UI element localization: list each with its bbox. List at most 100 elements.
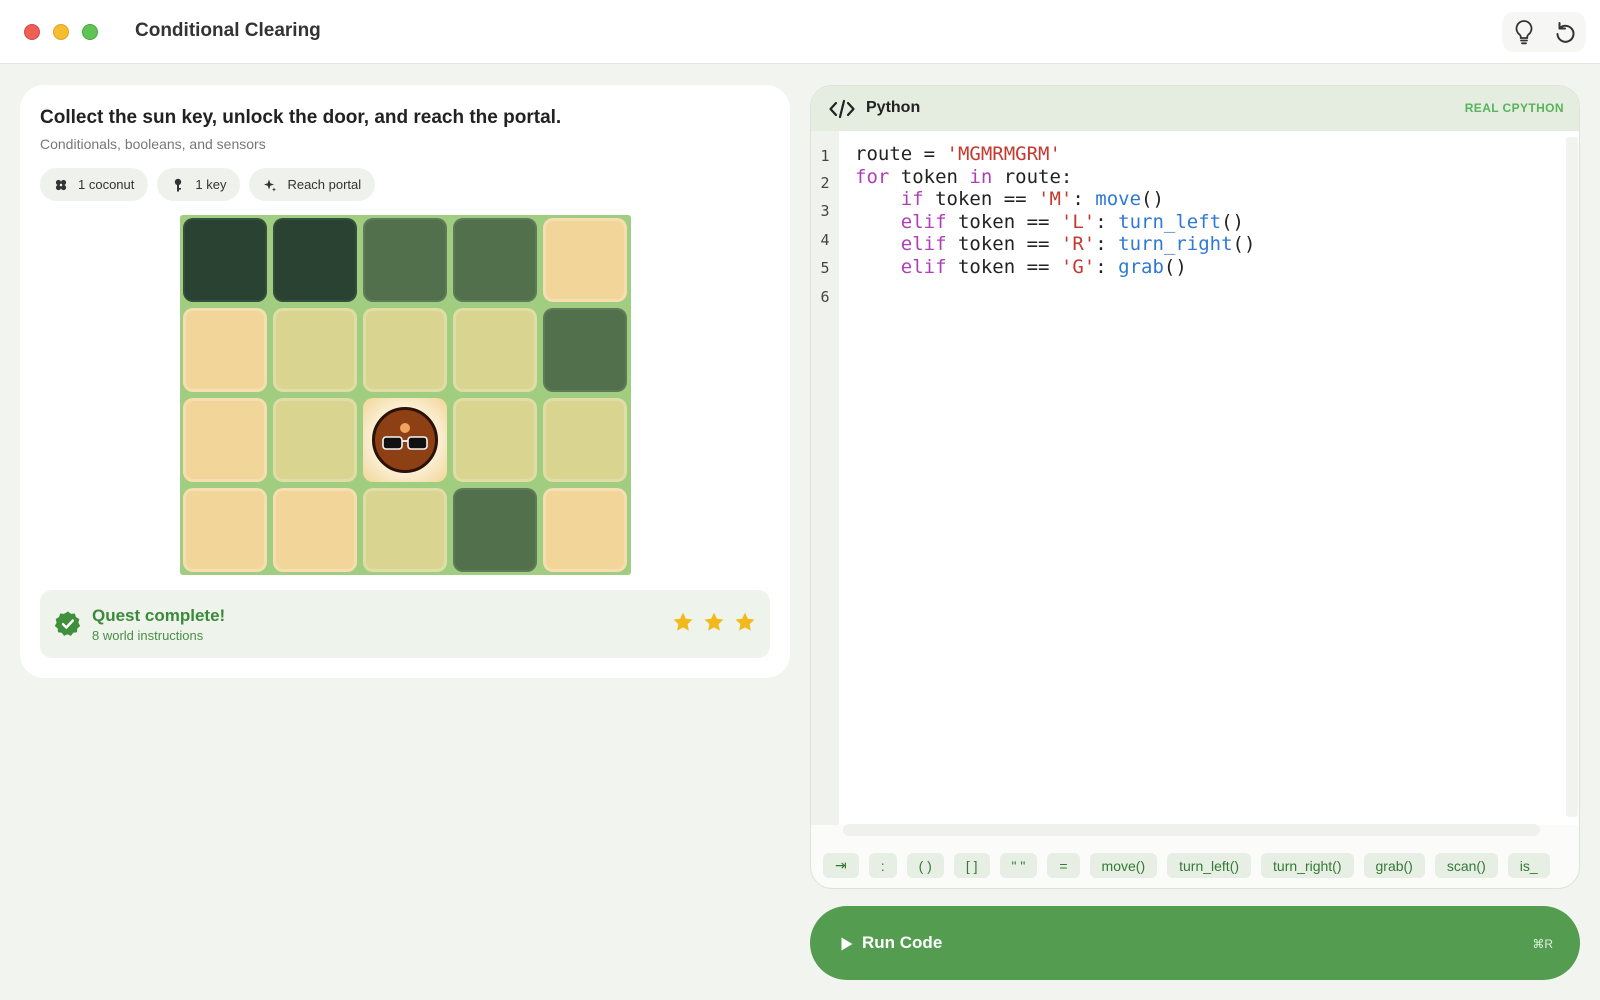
code-token-string: 'L': [1060, 211, 1096, 233]
run-code-label: Run Code: [862, 933, 943, 952]
code-token: :: [1095, 233, 1119, 255]
code-token-keyword: in: [969, 166, 993, 188]
code-token-string: 'R': [1060, 233, 1096, 255]
reset-button[interactable]: [1552, 19, 1578, 45]
hint-button[interactable]: [1511, 19, 1537, 45]
snippet-turn-left[interactable]: turn_left(): [1167, 853, 1252, 878]
check-badge-icon: [54, 610, 82, 638]
undo-icon: [1556, 22, 1575, 43]
snippet-move[interactable]: move(): [1089, 853, 1158, 878]
snippet-tab[interactable]: ⇥: [823, 853, 859, 878]
play-icon: [841, 937, 853, 951]
run-shortcut: ⌘R: [1532, 937, 1553, 951]
code-token: token: [889, 166, 970, 188]
board-tile-forest: [183, 218, 267, 302]
code-token-keyword: elif: [900, 233, 947, 255]
line-number: 5: [820, 259, 830, 277]
board-tile-forest: [273, 218, 357, 302]
snippet-quotes[interactable]: " ": [999, 853, 1038, 878]
star-icon: [704, 612, 724, 631]
code-token: route =: [855, 143, 947, 165]
zoom-window-button[interactable]: [82, 24, 98, 40]
title-bar: Conditional Clearing: [0, 0, 1600, 64]
code-token: (): [1163, 256, 1187, 278]
close-window-button[interactable]: [24, 24, 40, 40]
code-line-2: for token in route:: [855, 166, 1072, 188]
board-tile-sand: [543, 218, 627, 302]
title-actions: [1502, 12, 1586, 52]
snippet-is[interactable]: is_: [1507, 853, 1550, 878]
code-input-area[interactable]: route = 'MGMRMGRM' for token in route: i…: [839, 131, 1579, 825]
board-tile-moss: [543, 308, 627, 392]
goal-chip-key: 1 key: [157, 168, 241, 201]
task-title: Collect the sun key, unlock the door, an…: [40, 107, 562, 128]
window-title: Conditional Clearing: [135, 20, 321, 41]
code-token: (): [1141, 188, 1164, 210]
board-tile-grass: [273, 308, 357, 392]
board-tile-grass: [453, 308, 537, 392]
code-editor: Python REAL CPYTHON 1 2 3 4 5 6 route = …: [810, 85, 1580, 889]
code-token: token ==: [946, 256, 1061, 278]
snippet-scan[interactable]: scan(): [1434, 853, 1498, 878]
code-token: (): [1221, 211, 1244, 233]
snippet-grab[interactable]: grab(): [1363, 853, 1425, 878]
goal-chip-label: 1 coconut: [78, 177, 135, 192]
vertical-scrollbar[interactable]: [1566, 137, 1578, 817]
board-tile-moss: [453, 218, 537, 302]
code-token: token ==: [946, 233, 1061, 255]
board-tile-grass: [363, 488, 447, 572]
code-token-keyword: for: [855, 166, 890, 188]
snippet-brackets[interactable]: [ ]: [953, 853, 990, 878]
coconut-icon: [54, 178, 68, 192]
run-code-button[interactable]: Run Code ⌘R: [810, 906, 1580, 980]
code-token-function: turn_left: [1118, 211, 1222, 233]
horizontal-scrollbar[interactable]: [843, 824, 1540, 836]
board-tile-grass: [453, 398, 537, 482]
board-tile-sand: [543, 488, 627, 572]
snippet-turn-right[interactable]: turn_right(): [1261, 853, 1354, 878]
snippet-parens[interactable]: ( ): [906, 853, 944, 878]
editor-language-label: Python: [866, 99, 921, 116]
code-token: token ==: [923, 188, 1039, 210]
sparkle-icon: [263, 178, 277, 192]
code-token: :: [1072, 188, 1096, 210]
goal-chip-label: Reach portal: [287, 177, 362, 192]
code-token-string: 'MGMRMGRM': [946, 143, 1061, 165]
goal-chips: 1 coconut 1 key Reach portal: [40, 168, 376, 201]
board-tile-grass: [543, 398, 627, 482]
star-icon: [735, 612, 755, 631]
code-brackets-icon: [829, 99, 855, 119]
code-line-3: if token == 'M': move(): [855, 188, 1164, 210]
snippet-colon[interactable]: :: [868, 853, 897, 878]
star-icon: [673, 612, 693, 631]
code-token-function: move: [1095, 188, 1142, 210]
line-number-gutter: 1 2 3 4 5 6: [811, 131, 839, 825]
board-tile-moss: [363, 218, 447, 302]
line-number: 6: [820, 288, 830, 306]
game-board: [180, 215, 631, 575]
line-number: 1: [820, 147, 830, 165]
code-token-function: turn_right: [1118, 233, 1233, 255]
task-subtitle: Conditionals, booleans, and sensors: [40, 136, 266, 152]
board-tile-sand: [183, 308, 267, 392]
goal-chip-coconut: 1 coconut: [40, 168, 149, 201]
code-token-string: 'G': [1060, 256, 1096, 278]
code-line-4: elif token == 'L': turn_left(): [855, 211, 1244, 233]
code-token: token ==: [946, 211, 1061, 233]
snippet-bar: ⇥ : ( ) [ ] " " = move() turn_left() tur…: [823, 853, 1550, 878]
line-number: 2: [820, 174, 830, 192]
snippet-equals[interactable]: =: [1047, 853, 1080, 878]
player-with-sunglasses-icon: [372, 407, 438, 473]
code-line-5: elif token == 'R': turn_right(): [855, 233, 1256, 255]
line-number: 4: [820, 231, 830, 249]
code-token-function: grab: [1118, 256, 1164, 278]
goal-chip-portal: Reach portal: [249, 168, 376, 201]
runtime-badge: REAL CPYTHON: [1464, 101, 1564, 115]
quest-subtitle: 8 world instructions: [92, 628, 204, 643]
minimize-window-button[interactable]: [53, 24, 69, 40]
editor-header: Python REAL CPYTHON: [811, 86, 1579, 131]
quest-title: Quest complete!: [92, 606, 226, 625]
